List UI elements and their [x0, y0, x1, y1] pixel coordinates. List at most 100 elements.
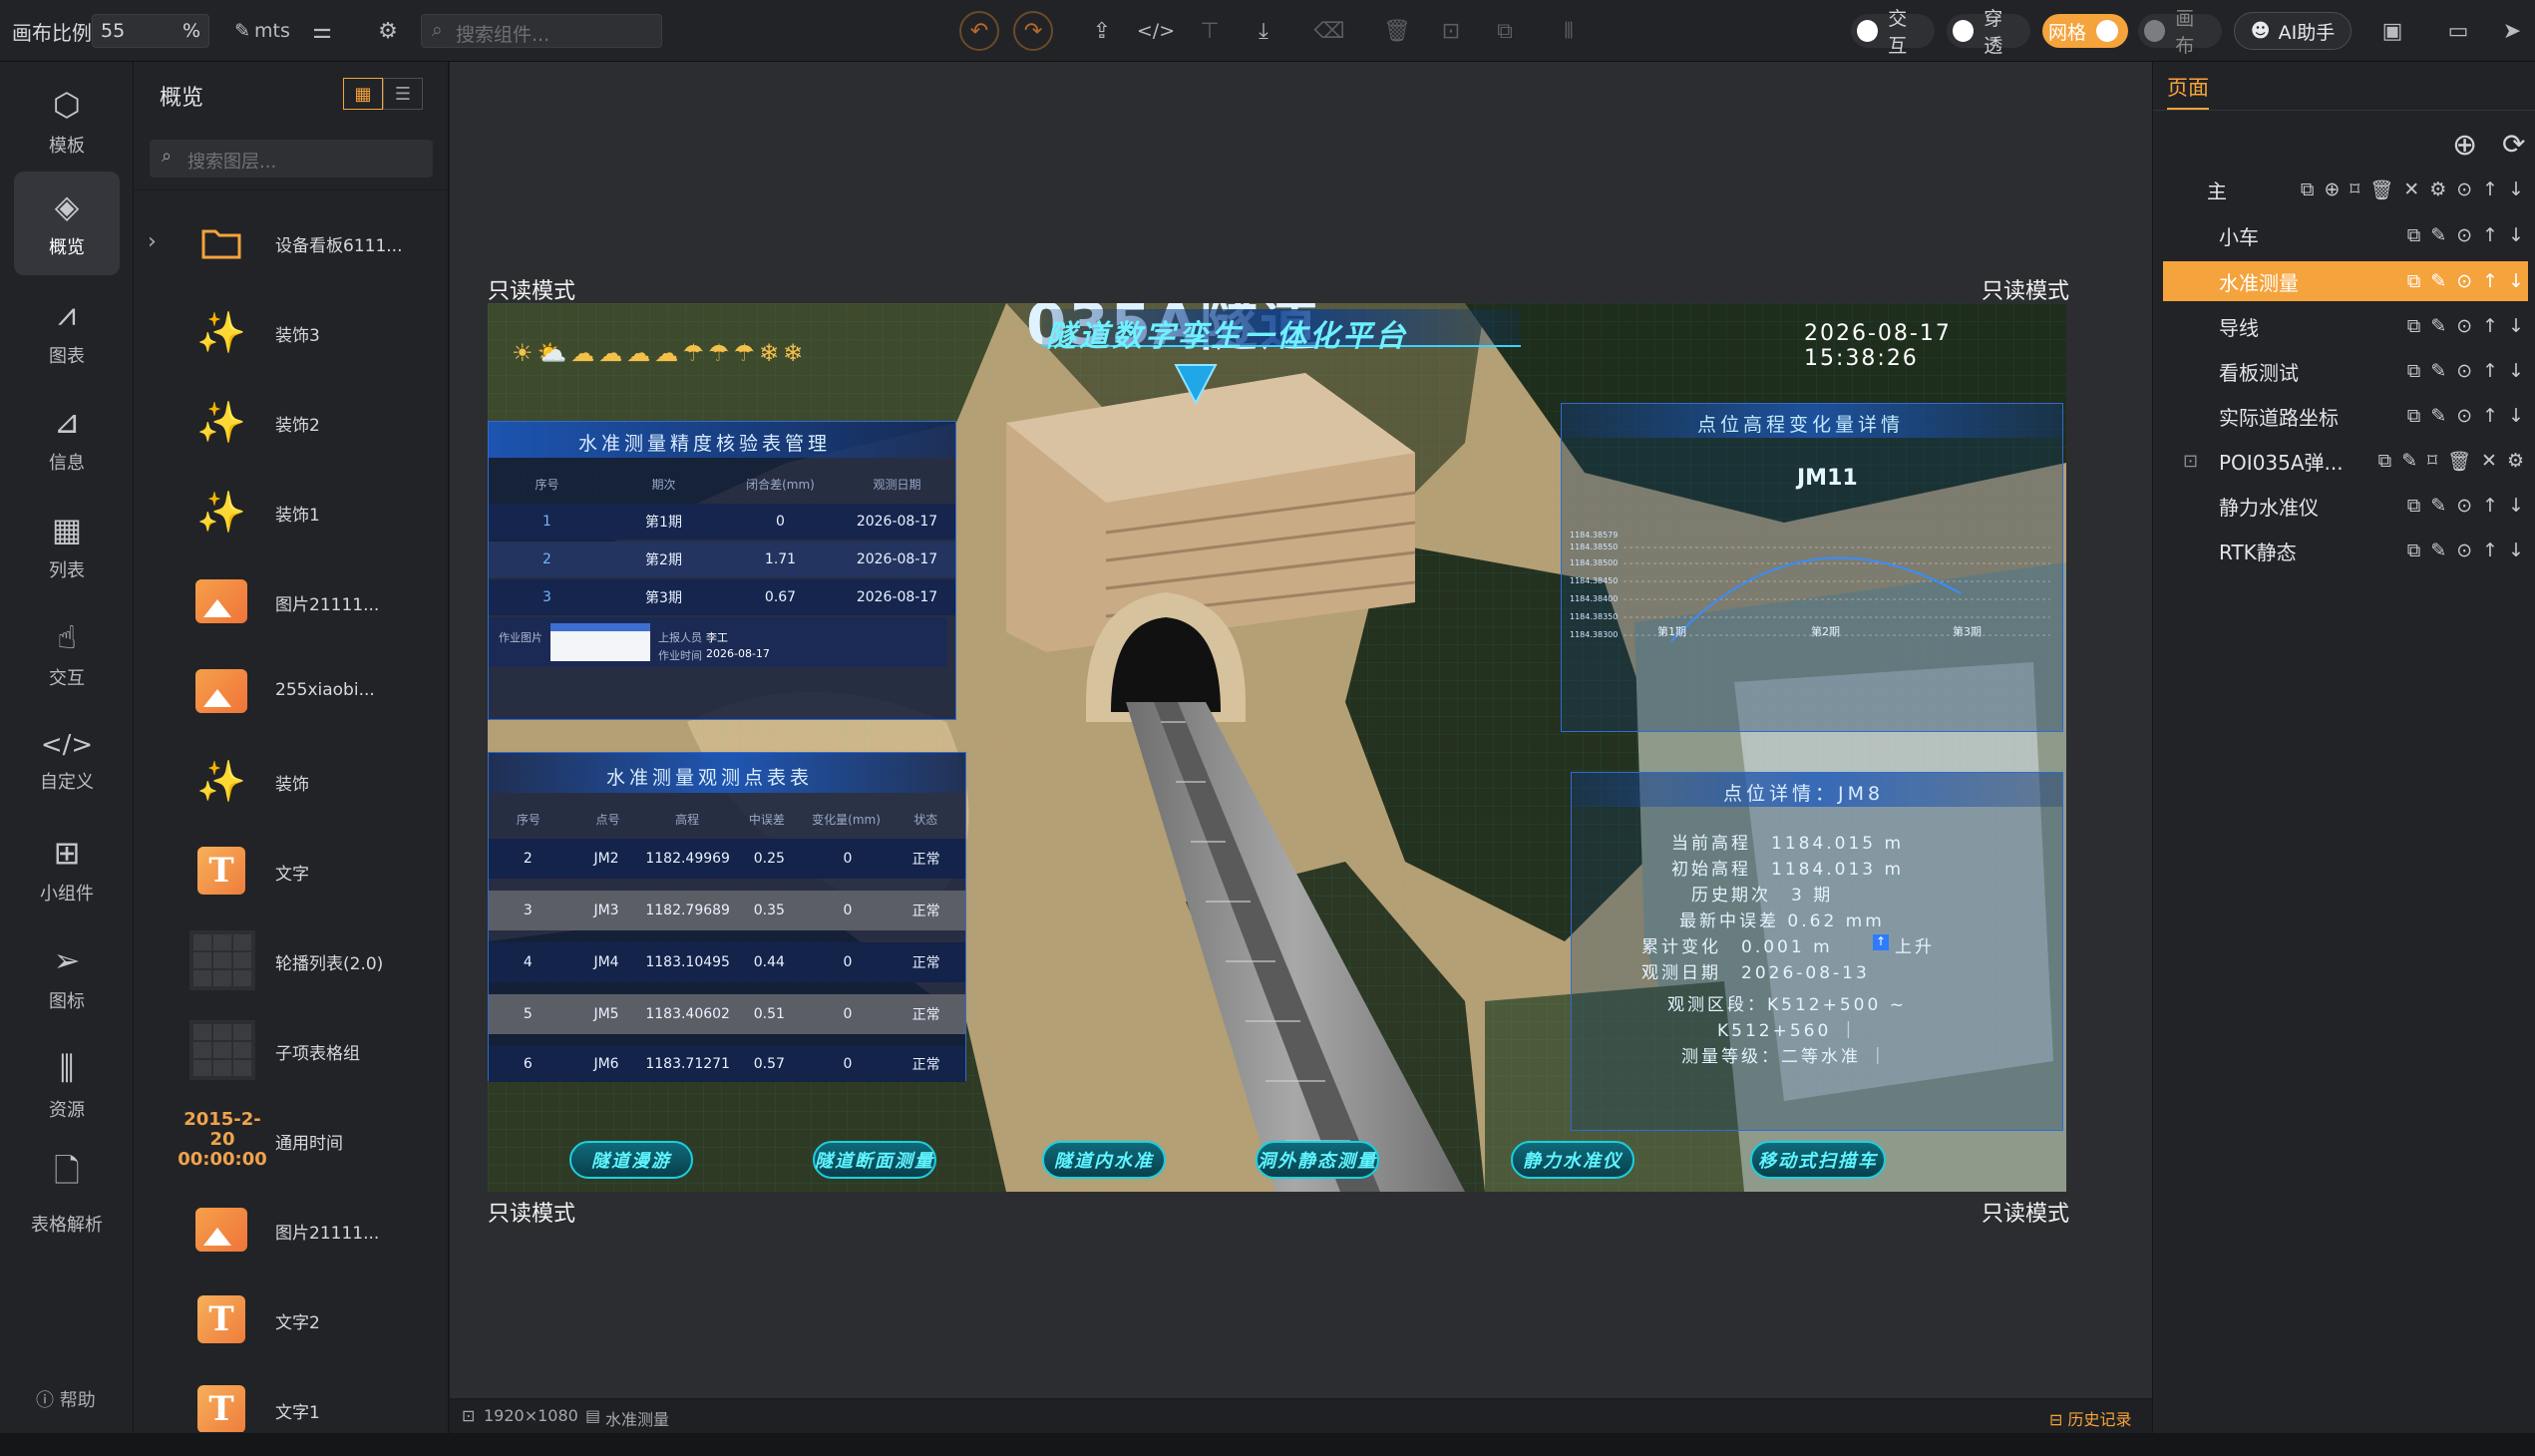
arrow-up-icon[interactable]: ↑	[2482, 405, 2498, 427]
toggle-canvas[interactable]: 画布	[2138, 8, 2222, 57]
edit-icon[interactable]: ✎	[2430, 315, 2446, 337]
chevron-right-icon[interactable]: ›	[148, 229, 157, 254]
download-icon[interactable]: ⤓	[1247, 14, 1280, 48]
screen-preview[interactable]: 035A隧道 隧道数字孪生一体化平台 2026-08-17 15:38:26 ☀…	[488, 303, 2066, 1192]
publish-send-icon[interactable]: ➤	[2495, 14, 2529, 48]
layer-item[interactable]: 图片21111...	[134, 1185, 449, 1274]
copy-icon[interactable]: ⧉	[2378, 450, 2392, 473]
arrow-down-icon[interactable]: ↓	[2508, 540, 2524, 561]
ungroup-icon[interactable]: ⧉	[1488, 14, 1522, 48]
arrow-up-icon[interactable]: ↑	[2482, 315, 2498, 337]
copy-icon[interactable]: ⧉	[2407, 540, 2421, 561]
nav-chart[interactable]: ⩘ 图表	[14, 279, 120, 383]
ai-assistant-button[interactable]: ☻ AI助手	[2234, 12, 2352, 50]
tunnel-leveling-button[interactable]: 隧道内水准	[1042, 1141, 1166, 1179]
copy-icon[interactable]: ⧉	[2407, 360, 2421, 382]
page-item[interactable]: 小车 ⧉ ✎ ⊙ ↑ ↓	[2163, 215, 2528, 255]
nav-overview[interactable]: ◈ 概览	[14, 172, 120, 275]
upload-icon[interactable]: ⊙	[2456, 495, 2472, 517]
static-level-button[interactable]: 静力水准仪	[1511, 1141, 1634, 1179]
redo-icon[interactable]: ↷	[1013, 11, 1053, 51]
layer-item[interactable]: 2015-2-20 00:00:00 通用时间	[134, 1095, 449, 1185]
nav-custom[interactable]: </> 自定义	[14, 710, 120, 814]
table-row[interactable]: 2 JM2 1182.49969 0.25 0 正常	[489, 839, 965, 879]
tools-icon[interactable]: ✕	[2403, 179, 2419, 201]
edit-icon[interactable]: ✎	[2430, 224, 2446, 246]
upload-icon[interactable]: ⊙	[2456, 540, 2472, 561]
layer-item[interactable]: T 文字1	[134, 1364, 449, 1432]
history-button[interactable]: ⊟ 历史记录	[2049, 1406, 2132, 1430]
component-search-input[interactable]: ⌕ 搜索组件...	[421, 14, 662, 48]
layer-item[interactable]: T 文字2	[134, 1274, 449, 1364]
page-item-selected[interactable]: 水准测量 ⧉ ✎ ⊙ ↑ ↓	[2163, 261, 2528, 301]
grid-view-icon[interactable]: ▦	[343, 78, 383, 110]
arrow-down-icon[interactable]: ↓	[2508, 360, 2524, 382]
upload-icon[interactable]: ⊙	[2456, 360, 2472, 382]
page-item-main[interactable]: 主 ⧉ ⊕ ⌑ 🗑 ✕ ⚙ ⊙ ↑ ↓	[2163, 170, 2528, 209]
nav-template[interactable]: ⬡ 模板	[14, 70, 120, 174]
sliders-icon[interactable]: ⚌	[305, 14, 339, 48]
table-row[interactable]: 3 JM3 1182.79689 0.35 0 正常	[489, 891, 965, 930]
layer-item[interactable]: 255xiaobi...	[134, 646, 449, 736]
add-page-icon[interactable]: ⊕	[2452, 128, 2477, 163]
arrow-up-icon[interactable]: ↑	[2482, 270, 2498, 292]
layer-item[interactable]: 图片21111...	[134, 556, 449, 646]
copy-icon[interactable]: ⧉	[2407, 495, 2421, 517]
undo-icon[interactable]: ↶	[959, 11, 999, 51]
arrow-up-icon[interactable]: ↑	[2482, 179, 2498, 201]
upload-icon[interactable]: ⊙	[2456, 224, 2472, 246]
edit-icon[interactable]: ✎	[2401, 450, 2417, 473]
page-item[interactable]: 看板测试 ⧉ ✎ ⊙ ↑ ↓	[2163, 351, 2528, 391]
layer-item[interactable]: › 设备看板6111...	[134, 197, 449, 287]
arrow-down-icon[interactable]: ↓	[2508, 179, 2524, 201]
nav-table[interactable]: ▦ 列表	[14, 495, 120, 598]
group-icon[interactable]: ⊡	[1434, 14, 1468, 48]
clear-icon[interactable]: ⌫	[1312, 14, 1346, 48]
tab-pages[interactable]: 页面	[2167, 72, 2209, 110]
align-icon[interactable]: ⫴	[1552, 14, 1586, 48]
nav-widget[interactable]: ⊞ 小组件	[14, 818, 120, 921]
gear-icon[interactable]: ⚙	[2429, 179, 2446, 201]
tools-icon[interactable]: ✕	[2481, 450, 2497, 473]
align-top-icon[interactable]: ⊤	[1193, 14, 1227, 48]
page-item[interactable]: RTK静态 ⧉ ✎ ⊙ ↑ ↓	[2163, 531, 2528, 570]
nav-table-parse[interactable]: 🗋 表格解析	[14, 1141, 120, 1245]
copy-icon[interactable]: ⧉	[2407, 315, 2421, 337]
toggle-interaction[interactable]: 交互	[1851, 8, 1935, 57]
table-row[interactable]: 1 第1期 0 2026-08-17	[489, 504, 955, 540]
page-item[interactable]: 实际道路坐标 ⧉ ✎ ⊙ ↑ ↓	[2163, 396, 2528, 436]
table-row[interactable]: 6 JM6 1183.71271 0.57 0 正常	[489, 1046, 965, 1082]
delete-icon[interactable]: 🗑	[2447, 450, 2471, 473]
settings-gear-icon[interactable]: ⚙	[371, 14, 405, 48]
copy-icon[interactable]: ⧉	[2407, 405, 2421, 427]
toggle-penetrate[interactable]: 穿透	[1947, 8, 2030, 57]
arrow-down-icon[interactable]: ↓	[2508, 270, 2524, 292]
arrow-up-icon[interactable]: ↑	[2482, 495, 2498, 517]
copy-icon[interactable]: ⧉	[2407, 270, 2421, 292]
delete-icon[interactable]: 🗑	[2369, 179, 2393, 201]
table-row[interactable]: 3 第3期 0.67 2026-08-17	[489, 579, 955, 615]
code-icon[interactable]: </>	[1137, 14, 1175, 48]
tunnel-section-button[interactable]: 隧道断面测量	[813, 1141, 936, 1179]
nav-interaction[interactable]: ☝ 交互	[14, 602, 120, 706]
copy-icon[interactable]: ⧉	[2301, 179, 2315, 201]
save-icon[interactable]: ▣	[2375, 14, 2409, 48]
upload-icon[interactable]: ⊙	[2456, 270, 2472, 292]
edit-icon[interactable]: ✎	[2430, 360, 2446, 382]
layer-item[interactable]: ✨ 装饰3	[134, 287, 449, 377]
page-item[interactable]: 静力水准仪 ⧉ ✎ ⊙ ↑ ↓	[2163, 486, 2528, 526]
edit-icon[interactable]: ✎	[2430, 495, 2446, 517]
arrow-down-icon[interactable]: ↓	[2508, 495, 2524, 517]
nav-info[interactable]: ⊿ 信息	[14, 387, 120, 491]
delete-icon[interactable]: 🗑	[1380, 14, 1414, 48]
layer-item[interactable]: 轮播列表(2.0)	[134, 915, 449, 1005]
mobile-scanner-button[interactable]: 移动式扫描车	[1750, 1141, 1886, 1179]
edit-icon[interactable]: ✎	[2430, 540, 2446, 561]
page-item[interactable]: 导线 ⧉ ✎ ⊙ ↑ ↓	[2163, 306, 2528, 346]
tag-icon[interactable]: ⌑	[2427, 450, 2437, 473]
work-photo-thumbnail[interactable]	[550, 623, 650, 661]
arrow-down-icon[interactable]: ↓	[2508, 315, 2524, 337]
nav-resource[interactable]: ⫼ 资源	[14, 1033, 120, 1137]
layer-item[interactable]: ✨ 装饰	[134, 736, 449, 826]
refresh-icon[interactable]: ⟳	[2502, 128, 2525, 161]
